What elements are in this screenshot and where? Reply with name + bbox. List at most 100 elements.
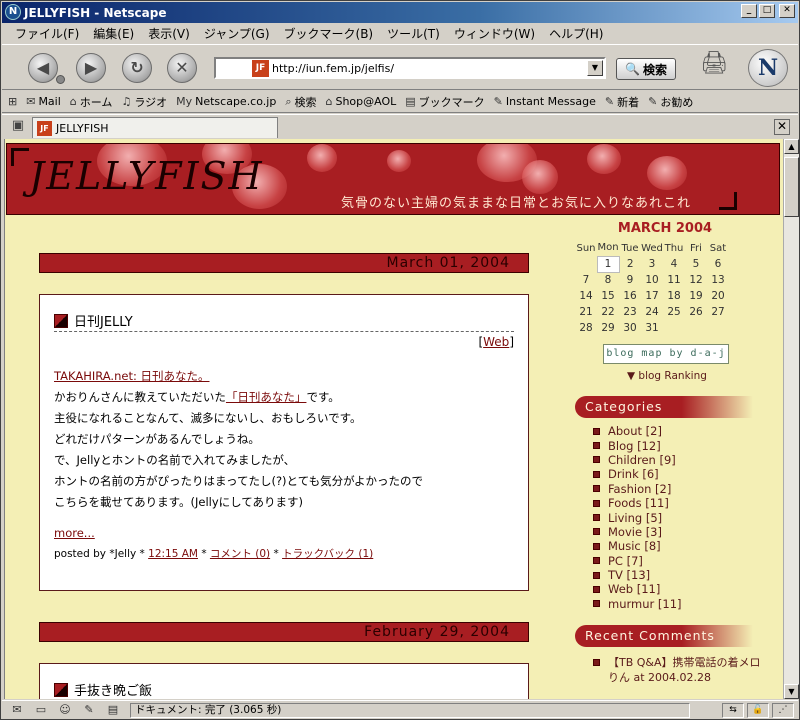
category-item[interactable]: Movie [3] bbox=[593, 525, 773, 539]
close-window-button[interactable]: ✕ bbox=[779, 4, 795, 18]
forward-button[interactable]: ▶ bbox=[76, 53, 106, 83]
personal-item-bookmarks[interactable]: ▤ ブックマーク bbox=[405, 94, 484, 110]
category-item[interactable]: TV [13] bbox=[593, 568, 773, 582]
category-item[interactable]: Drink [6] bbox=[593, 467, 773, 481]
category-label: Fashion [2] bbox=[608, 481, 672, 496]
bullet-icon bbox=[593, 659, 600, 667]
personal-item-recommend[interactable]: ✎ お勧め bbox=[648, 94, 693, 110]
trackback-link[interactable]: トラックバック (1) bbox=[282, 548, 373, 560]
category-item[interactable]: Children [9] bbox=[593, 453, 773, 467]
blog-tagline: 気骨のない主婦の気ままな日常とお気に入りなあれこれ bbox=[341, 196, 692, 211]
toolbar-menu-button[interactable]: ⊞ bbox=[8, 95, 17, 108]
vertical-scrollbar[interactable]: ▲ ▼ bbox=[783, 139, 799, 699]
aim-icon[interactable]: ☺ bbox=[56, 703, 74, 717]
personal-item-netscape[interactable]: My Netscape.co.jp bbox=[176, 95, 276, 108]
category-item[interactable]: Web [11] bbox=[593, 582, 773, 596]
calendar-day bbox=[685, 320, 707, 336]
date-header: March 01, 2004 bbox=[39, 253, 529, 273]
more-link[interactable]: more... bbox=[54, 526, 95, 540]
menu-tools[interactable]: ツール(T) bbox=[380, 25, 447, 42]
comments-link[interactable]: コメント (0) bbox=[210, 548, 270, 560]
category-item[interactable]: About [2] bbox=[593, 424, 773, 438]
menu-help[interactable]: ヘルプ(H) bbox=[542, 25, 610, 42]
category-item[interactable]: Blog [12] bbox=[593, 438, 773, 453]
print-button[interactable]: 🖨 bbox=[700, 51, 728, 81]
menu-window[interactable]: ウィンドウ(W) bbox=[447, 25, 542, 42]
post-body: TAKAHIRA.net: 日刊あなた。 かおりんさんに教えていただいた「日刊あ… bbox=[54, 366, 514, 513]
close-tab-button[interactable]: ✕ bbox=[774, 119, 790, 135]
minimize-button[interactable]: _ bbox=[741, 4, 757, 18]
personal-item-label: Shop@AOL bbox=[335, 95, 397, 108]
calendar-weekday: Tue bbox=[621, 242, 639, 254]
category-item[interactable]: Living [5] bbox=[593, 510, 773, 525]
composer-icon[interactable]: ✎ bbox=[80, 703, 98, 717]
menu-file[interactable]: ファイル(F) bbox=[8, 25, 86, 42]
bullet-icon bbox=[593, 485, 600, 493]
category-label: Drink [6] bbox=[608, 467, 659, 482]
corner-ornament bbox=[719, 192, 737, 210]
netscape-app-icon: N bbox=[5, 4, 21, 20]
tab-jellyfish[interactable]: JF JELLYFISH bbox=[32, 117, 278, 138]
calendar-day[interactable]: 1 bbox=[596, 255, 620, 273]
scroll-up-button[interactable]: ▲ bbox=[784, 139, 799, 154]
url-input[interactable]: http://iun.fem.jp/jelfis/ bbox=[272, 62, 394, 75]
calendar-day: 25 bbox=[667, 306, 681, 318]
bullet-icon bbox=[593, 585, 600, 593]
scroll-thumb[interactable] bbox=[784, 157, 799, 217]
maximize-button[interactable]: □ bbox=[759, 4, 775, 18]
browser-icon[interactable]: ▭ bbox=[32, 703, 50, 717]
nikkan-anata-link[interactable]: 「日刊あなた」 bbox=[226, 390, 307, 404]
category-item[interactable]: PC [7] bbox=[593, 554, 773, 568]
calendar-day: 24 bbox=[645, 306, 659, 318]
category-item[interactable]: Music [8] bbox=[593, 539, 773, 553]
search-button[interactable]: 🔍 検索 bbox=[616, 58, 676, 80]
menu-bookmarks[interactable]: ブックマーク(B) bbox=[277, 25, 381, 42]
addressbook-icon[interactable]: ▤ bbox=[104, 703, 122, 717]
scroll-down-button[interactable]: ▼ bbox=[784, 684, 799, 699]
calendar-day bbox=[707, 320, 729, 336]
menu-go[interactable]: ジャンプ(G) bbox=[197, 25, 277, 42]
permalink-time[interactable]: 12:15 AM bbox=[148, 548, 198, 560]
blog-map-badge[interactable]: blog map by d-a-j bbox=[603, 344, 729, 364]
stop-button[interactable]: ✕ bbox=[167, 53, 197, 83]
category-item[interactable]: Fashion [2] bbox=[593, 482, 773, 496]
blog-logo[interactable]: JELLYFISH bbox=[29, 154, 264, 198]
category-item[interactable]: murmur [11] bbox=[593, 597, 773, 611]
resize-grip-icon: ⋰ bbox=[772, 703, 794, 718]
calendar-day: 2 bbox=[626, 258, 634, 270]
calendar-day: 8 bbox=[604, 274, 612, 287]
personal-item-search[interactable]: ⌕ 検索 bbox=[285, 94, 316, 110]
personal-item-radio[interactable]: ♫ ラジオ bbox=[121, 94, 167, 110]
calendar-day bbox=[575, 256, 597, 272]
calendar-day: 17 bbox=[645, 290, 659, 302]
reload-button[interactable]: ↻ bbox=[122, 53, 152, 83]
mail-icon[interactable]: ✉ bbox=[8, 703, 26, 717]
menu-edit[interactable]: 編集(E) bbox=[86, 25, 141, 42]
new-tab-icon: ▣ bbox=[11, 118, 25, 133]
calendar-day: 20 bbox=[711, 290, 725, 302]
personal-item-new[interactable]: ✎ 新着 bbox=[605, 94, 639, 110]
personal-item-mail[interactable]: ✉ Mail bbox=[26, 95, 61, 108]
category-item[interactable]: Foods [11] bbox=[593, 496, 773, 510]
menu-view[interactable]: 表示(V) bbox=[141, 25, 197, 42]
personal-item-shop[interactable]: ⌂ Shop@AOL bbox=[325, 95, 396, 108]
netscape-logo[interactable]: N bbox=[748, 49, 788, 87]
back-history-dropdown[interactable] bbox=[56, 75, 65, 84]
post-title: 手抜き晩ご飯 bbox=[74, 684, 153, 699]
category-label: Music [8] bbox=[608, 539, 661, 554]
personal-item-im[interactable]: ✎ Instant Message bbox=[494, 95, 596, 108]
category-link-web[interactable]: Web bbox=[483, 335, 509, 349]
personal-item-home[interactable]: ⌂ ホーム bbox=[70, 94, 113, 110]
bullet-icon bbox=[593, 557, 600, 565]
url-history-dropdown[interactable]: ▼ bbox=[587, 60, 603, 76]
url-bar[interactable]: JF http://iun.fem.jp/jelfis/ ▼ bbox=[214, 57, 606, 79]
new-tab-button[interactable]: ▣ bbox=[10, 119, 26, 135]
blog-ranking-link[interactable]: ▼ blog Ranking bbox=[627, 370, 773, 382]
calendar-day: 10 bbox=[645, 274, 659, 286]
calendar-day: 9 bbox=[626, 274, 634, 286]
navigation-toolbar: ◀ ▶ ↻ ✕ ▼ JF http://iun.fem.jp/jelfis/ ▼… bbox=[2, 44, 798, 90]
post-source-link[interactable]: TAKAHIRA.net: 日刊あなた。 bbox=[54, 369, 210, 383]
recent-comment-item[interactable]: 【TB Q&A】携帯電話の着メロ りん at 2004.02.28 bbox=[593, 655, 773, 685]
bullet-icon bbox=[593, 456, 600, 464]
back-button[interactable]: ◀ bbox=[28, 53, 58, 83]
